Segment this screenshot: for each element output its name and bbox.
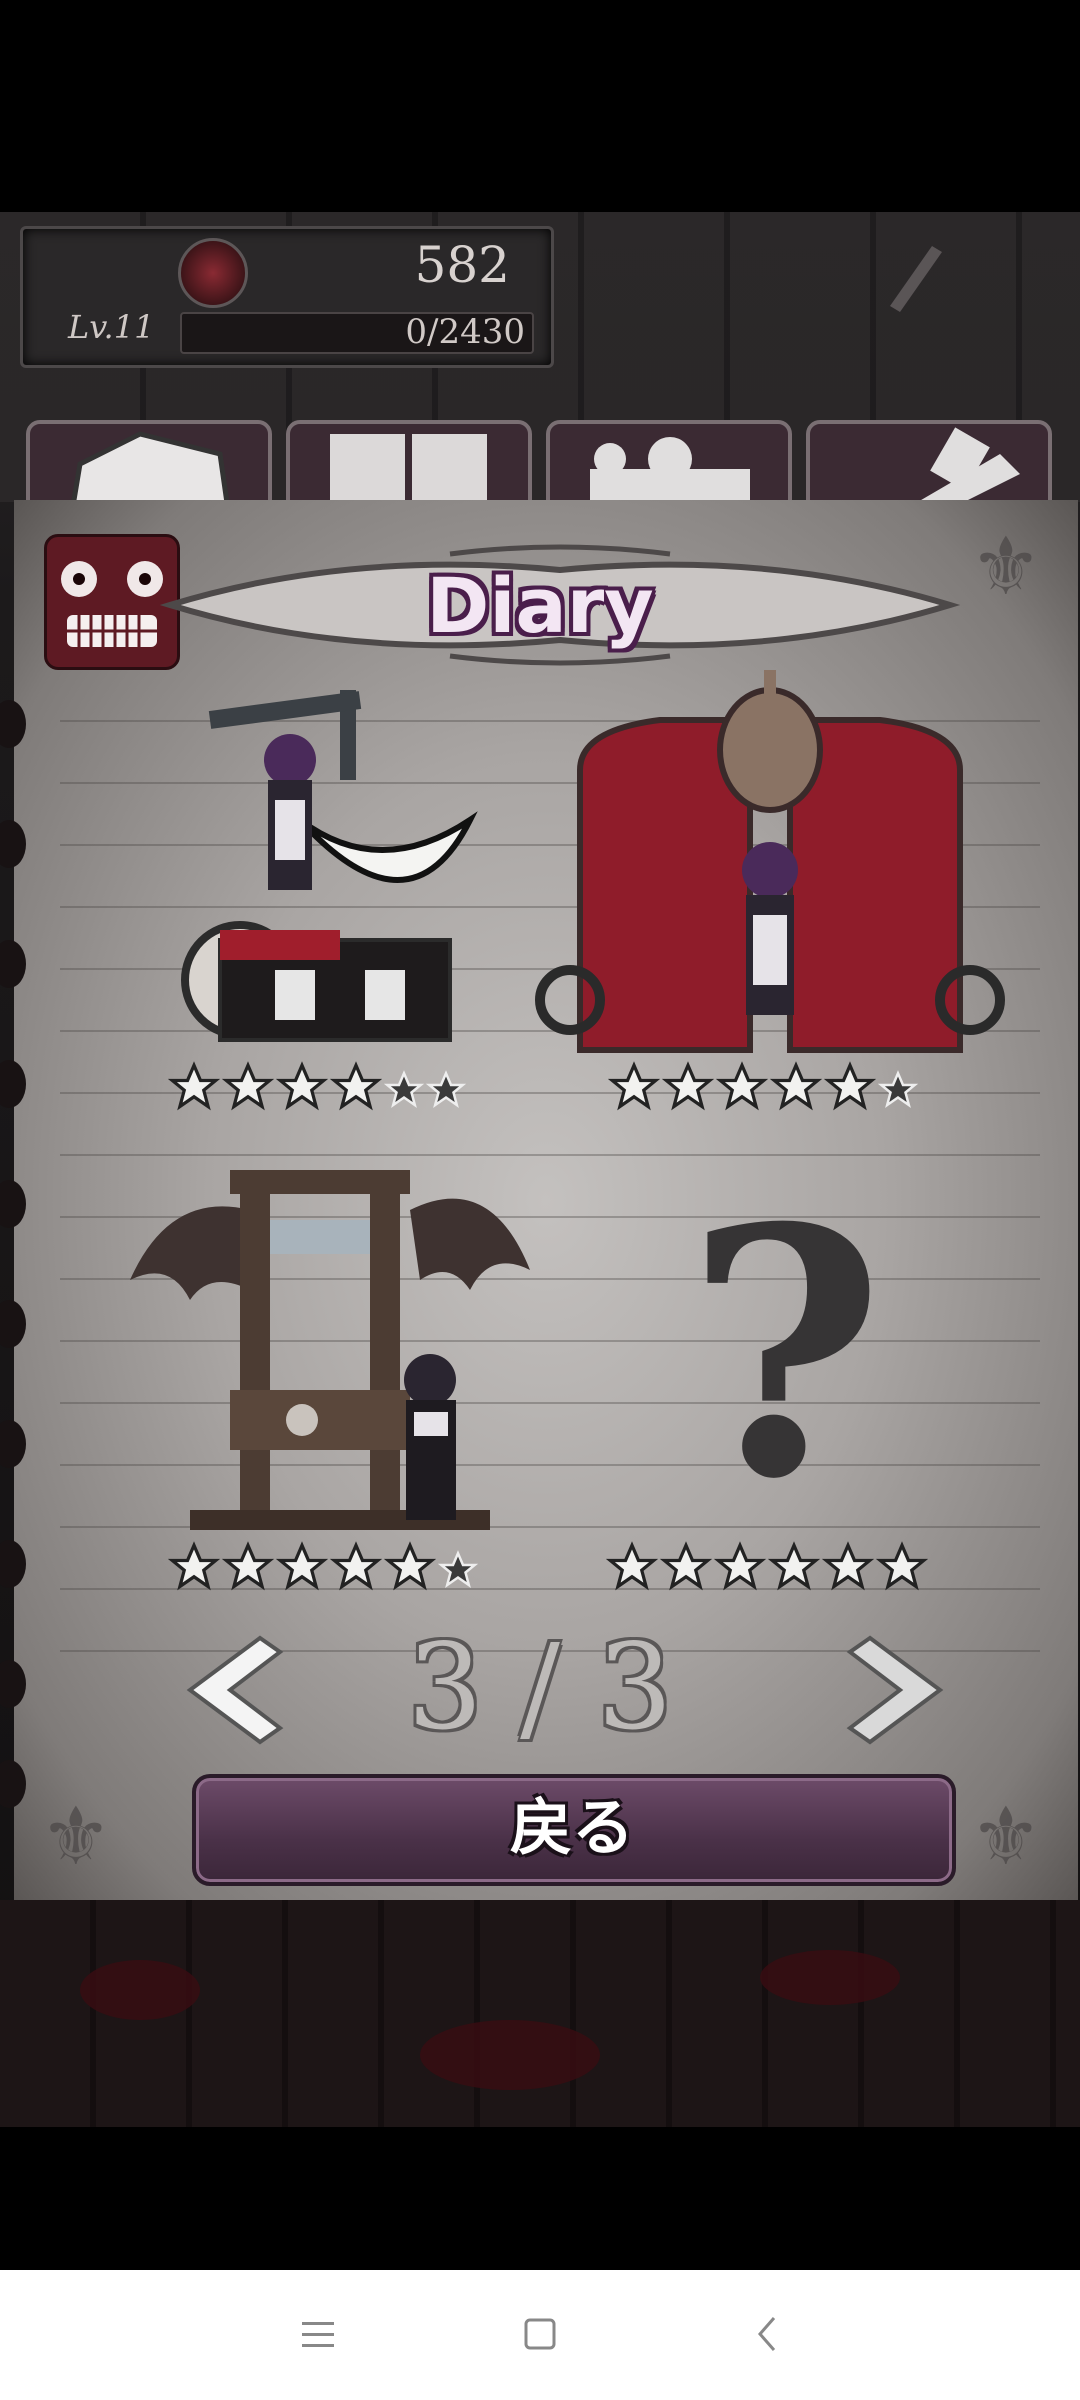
star-filled (606, 1541, 658, 1591)
home-square-icon[interactable] (510, 2310, 570, 2360)
star-filled (222, 1541, 274, 1591)
star-filled (330, 1061, 382, 1111)
pencil-icon[interactable] (880, 238, 950, 318)
star-filled (824, 1061, 876, 1111)
player-level: Lv.11 (68, 308, 155, 346)
fleur-ornament: ⚜ (40, 1790, 112, 1883)
coin-medal-icon (178, 238, 248, 308)
star-empty (384, 1070, 424, 1108)
star-empty (426, 1070, 466, 1108)
star-filled (222, 1061, 274, 1111)
coin-count: 582 (414, 236, 510, 294)
character-card[interactable] (180, 680, 480, 1070)
back-chevron-icon[interactable] (738, 2310, 798, 2360)
star-filled (822, 1541, 874, 1591)
star-filled (660, 1541, 712, 1591)
star-filled (714, 1541, 766, 1591)
star-empty (438, 1550, 478, 1588)
page-title: Diary (426, 561, 654, 650)
blood-stain (420, 2020, 600, 2090)
fleur-ornament: ⚜ (970, 1790, 1042, 1883)
star-filled (768, 1541, 820, 1591)
rating-stars (168, 1540, 478, 1598)
star-filled (168, 1061, 220, 1111)
star-filled (276, 1541, 328, 1591)
star-filled (608, 1061, 660, 1111)
rating-stars (606, 1540, 928, 1598)
prev-page-arrow-icon[interactable] (180, 1630, 290, 1750)
back-button-label: 戻る (509, 1791, 634, 1864)
star-filled (770, 1061, 822, 1111)
page-indicator: 3 / 3 (407, 1618, 673, 1756)
exp-text: 0/2430 (405, 312, 525, 352)
star-filled (662, 1061, 714, 1111)
blood-stain (80, 1960, 200, 2020)
rating-stars (608, 1060, 918, 1118)
next-page-arrow-icon[interactable] (840, 1630, 950, 1750)
star-filled (330, 1541, 382, 1591)
star-filled (276, 1061, 328, 1111)
letterbox-bottom (0, 2127, 1080, 2270)
character-card[interactable] (130, 1130, 540, 1550)
fleur-ornament: ⚜ (970, 520, 1042, 613)
menu-icon[interactable] (288, 2310, 348, 2360)
character-card[interactable] (520, 670, 1020, 1070)
status-bar-area (0, 0, 1080, 212)
locked-card-question-mark[interactable]: ? (660, 1185, 910, 1525)
blood-stain (760, 1950, 900, 2005)
star-filled (876, 1541, 928, 1591)
rating-stars (168, 1060, 466, 1118)
star-filled (168, 1541, 220, 1591)
star-filled (384, 1541, 436, 1591)
star-empty (878, 1070, 918, 1108)
star-filled (716, 1061, 768, 1111)
